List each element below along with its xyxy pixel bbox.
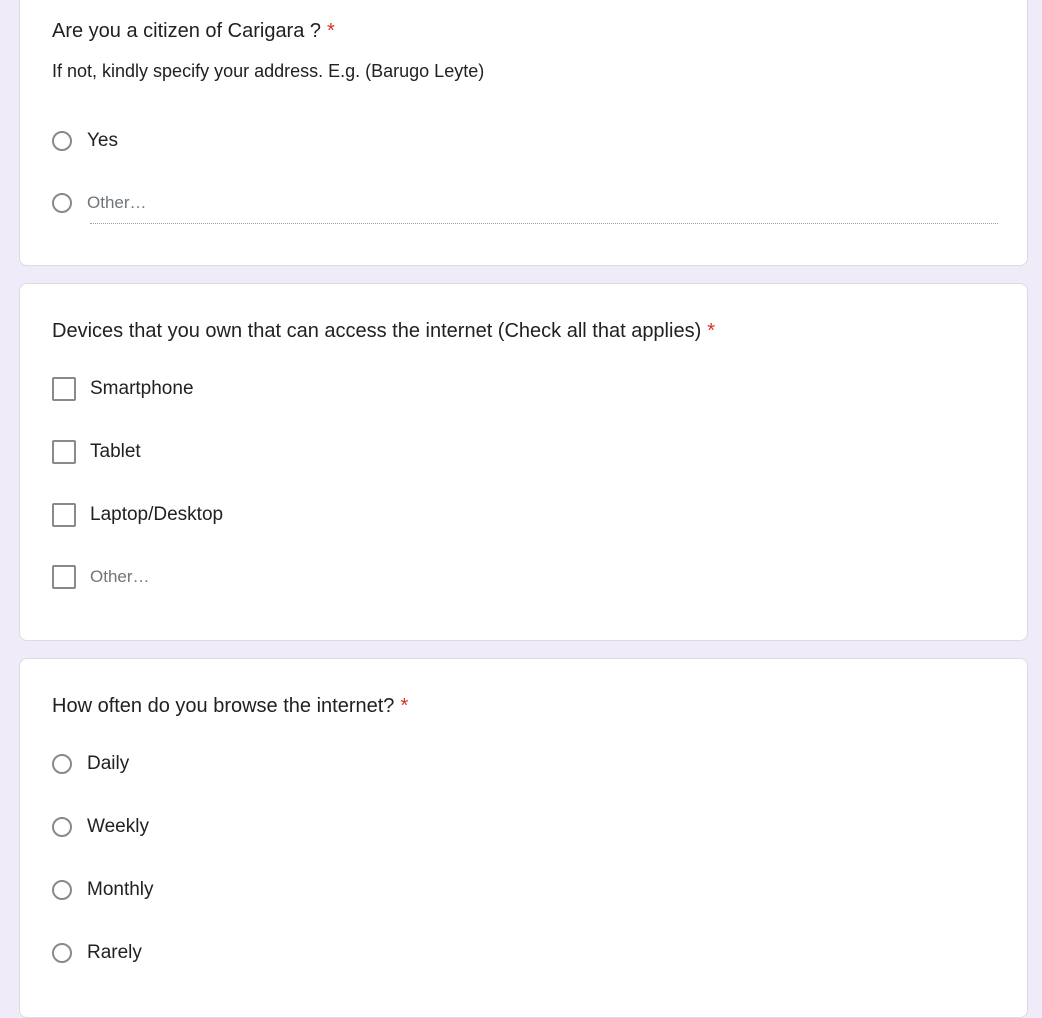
other-input[interactable]: Other… — [87, 191, 147, 215]
required-asterisk: * — [327, 20, 335, 42]
option-label: Tablet — [90, 441, 141, 462]
option-label: Smartphone — [90, 378, 194, 399]
checkbox-option-smartphone[interactable]: Smartphone — [52, 376, 194, 402]
checkbox-icon[interactable] — [52, 503, 76, 527]
question-title-text: Devices that you own that can access the… — [52, 320, 702, 342]
question-title-text: How often do you browse the internet? — [52, 695, 395, 717]
question-title-text: Are you a citizen of Carigara ? — [52, 20, 322, 42]
radio-option-other[interactable]: Other… — [52, 190, 147, 216]
question-description: If not, kindly specify your address. E.g… — [52, 61, 485, 81]
required-asterisk: * — [400, 695, 409, 717]
question-card-citizenship: ⋯ Are you a citizen of Carigara ?* If no… — [19, 0, 1028, 266]
radio-option-weekly[interactable]: Weekly — [52, 814, 149, 840]
checkbox-option-tablet[interactable]: Tablet — [52, 439, 141, 465]
radio-option-yes[interactable]: Yes — [52, 128, 118, 154]
question-title: Are you a citizen of Carigara ? * — [52, 19, 335, 43]
option-label: Weekly — [87, 816, 149, 837]
checkbox-icon[interactable] — [52, 377, 76, 401]
radio-option-daily[interactable]: Daily — [52, 751, 129, 777]
radio-button-icon[interactable] — [52, 817, 72, 837]
option-label: Yes — [87, 130, 118, 151]
checkbox-option-other[interactable]: Other… — [52, 564, 150, 590]
radio-button-icon[interactable] — [52, 131, 72, 151]
question-card-browse-frequency: How often do you browse the internet? * D… — [19, 658, 1028, 1018]
checkbox-icon[interactable] — [52, 440, 76, 464]
option-label: Daily — [87, 753, 130, 774]
question-card-devices: Devices that you own that can access the… — [19, 283, 1028, 641]
radio-button-icon[interactable] — [52, 943, 72, 963]
question-title: Devices that you own that can access the… — [52, 319, 715, 343]
option-label: Rarely — [87, 942, 142, 963]
radio-button-icon[interactable] — [52, 880, 72, 900]
question-title: How often do you browse the internet? * — [52, 694, 408, 718]
required-asterisk: * — [707, 320, 716, 342]
option-label: Monthly — [87, 879, 154, 900]
checkbox-option-laptop-desktop[interactable]: Laptop/Desktop — [52, 502, 223, 528]
radio-option-monthly[interactable]: Monthly — [52, 877, 154, 903]
other-input-underline[interactable] — [90, 223, 998, 224]
radio-option-rarely[interactable]: Rarely — [52, 940, 142, 966]
radio-button-icon[interactable] — [52, 193, 72, 213]
other-input[interactable]: Other… — [90, 565, 150, 589]
option-label: Laptop/Desktop — [90, 504, 224, 525]
checkbox-icon[interactable] — [52, 565, 76, 589]
radio-button-icon[interactable] — [52, 754, 72, 774]
